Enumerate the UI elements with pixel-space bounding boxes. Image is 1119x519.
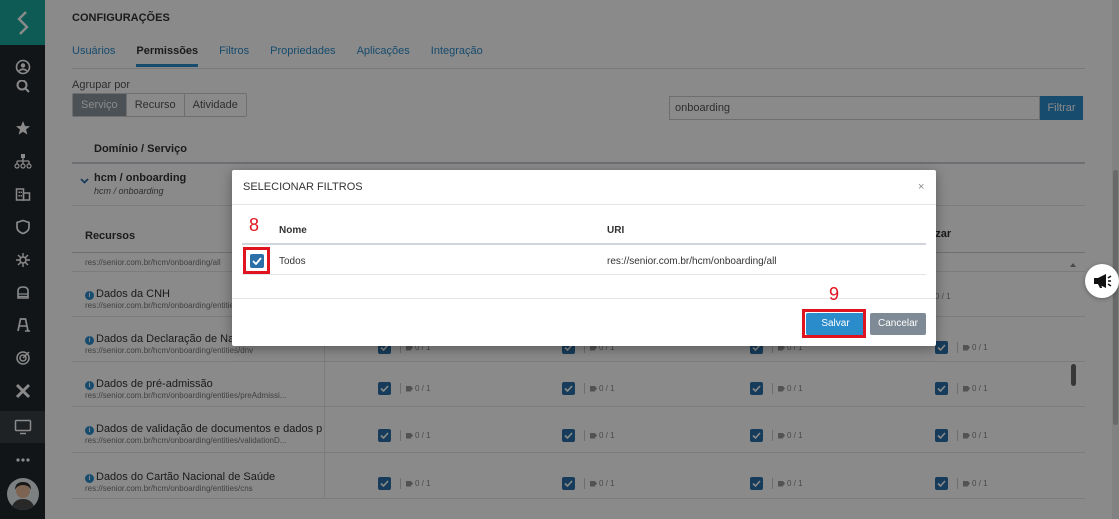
step-number-9: 9 — [829, 284, 840, 304]
step-number-8: 8 — [249, 215, 260, 235]
step-8-highlight — [243, 247, 270, 274]
step-9-highlight — [802, 309, 866, 338]
close-icon[interactable]: × — [918, 182, 924, 193]
dialog-header-divider — [232, 204, 936, 205]
dialog-row-divider — [242, 274, 926, 275]
app-root: CONFIGURAÇÕES Usuários Permissões Filtro… — [0, 0, 1119, 519]
filter-name: Todos — [279, 256, 306, 267]
column-uri: URI — [607, 225, 625, 236]
filter-uri: res://senior.com.br/hcm/onboarding/all — [607, 256, 777, 267]
megaphone-icon[interactable] — [1085, 264, 1119, 298]
dialog-title: SELECIONAR FILTROS — [243, 181, 363, 193]
cancel-button[interactable]: Cancelar — [870, 313, 926, 335]
dialog-table-header-divider — [242, 243, 926, 245]
column-name: Nome — [279, 225, 307, 236]
